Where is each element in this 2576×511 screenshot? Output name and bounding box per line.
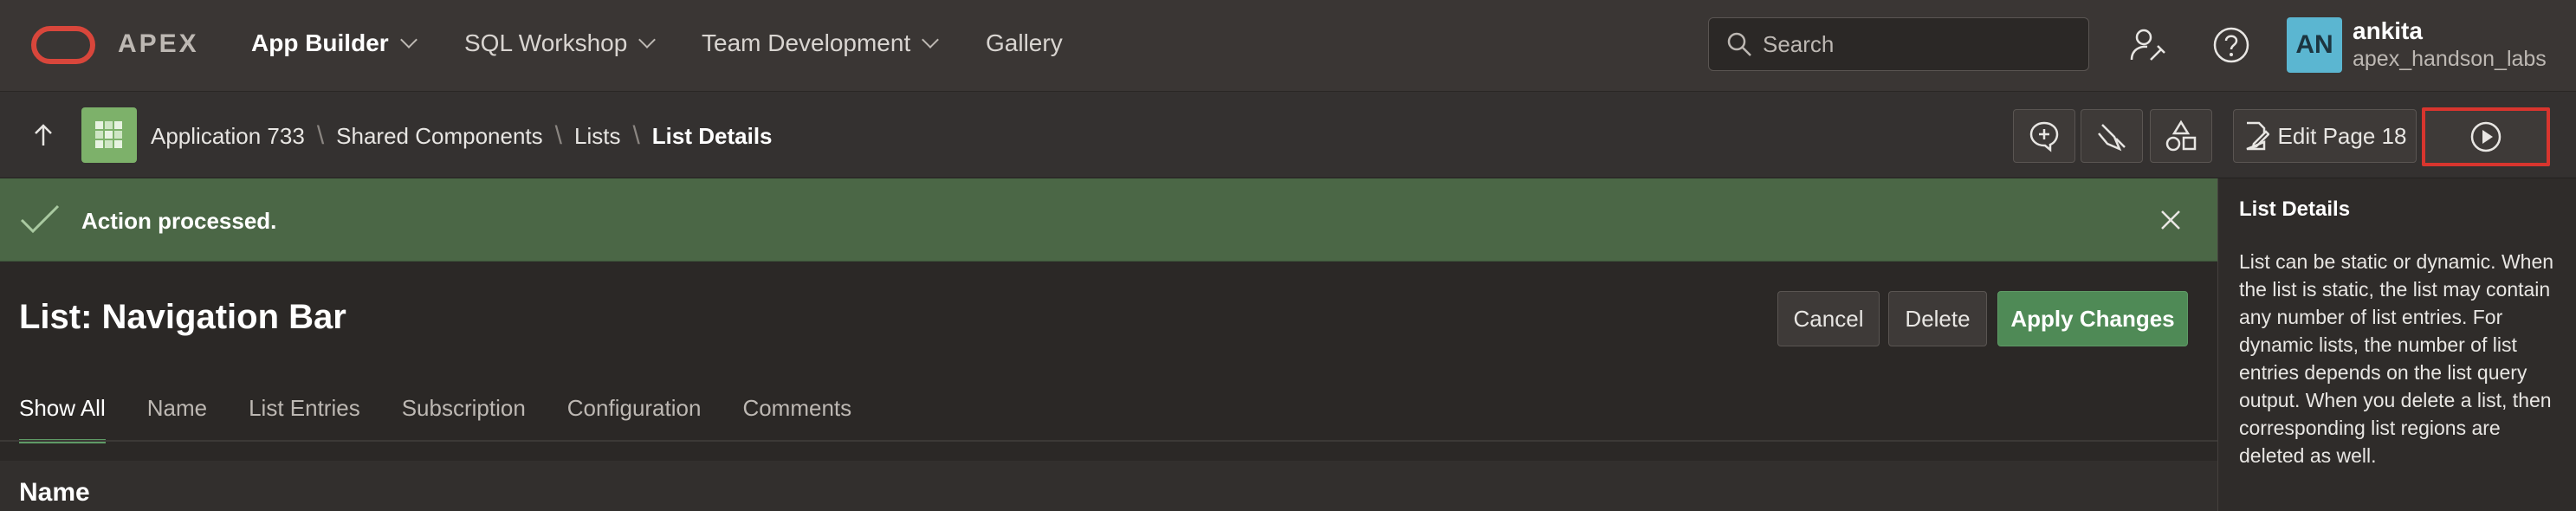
nav-label: App Builder <box>251 29 389 56</box>
user-workspace[interactable]: apex_handson_labs <box>2353 47 2547 72</box>
administration-icon[interactable] <box>2126 23 2171 68</box>
tab-name[interactable]: Name <box>147 395 207 443</box>
help-panel: List Details List can be static or dynam… <box>2217 178 2576 511</box>
search-icon <box>1727 32 1751 56</box>
nav-gallery[interactable]: Gallery <box>986 29 1063 57</box>
cancel-button[interactable]: Cancel <box>1777 291 1880 346</box>
delete-button[interactable]: Delete <box>1888 291 1987 346</box>
breadcrumb-separator: \ <box>316 121 325 150</box>
nav-app-builder[interactable]: App Builder <box>251 29 417 57</box>
help-body: List can be static or dynamic. When the … <box>2239 250 2554 467</box>
shared-components-button[interactable] <box>2150 109 2212 163</box>
close-icon[interactable] <box>2155 204 2186 236</box>
avatar[interactable]: AN <box>2287 17 2342 73</box>
nav-label: SQL Workshop <box>464 29 628 56</box>
tabs-divider <box>0 440 2217 442</box>
tab-show-all[interactable]: Show All <box>19 395 106 443</box>
application-icon[interactable] <box>81 107 137 163</box>
help-icon[interactable] <box>2209 23 2254 68</box>
tab-configuration[interactable]: Configuration <box>567 395 702 443</box>
nav-label: Team Development <box>702 29 911 56</box>
breadcrumb-bar: Application 733 \ Shared Components \ Li… <box>0 92 2576 178</box>
nav-sql-workshop[interactable]: SQL Workshop <box>464 29 657 57</box>
nav-team-development[interactable]: Team Development <box>702 29 940 57</box>
breadcrumb-current: List Details <box>651 122 773 149</box>
breadcrumb-lists[interactable]: Lists <box>574 123 620 150</box>
tab-subscription[interactable]: Subscription <box>402 395 526 443</box>
edit-page-icon <box>2246 121 2269 151</box>
region-tabs: Show All Name List Entries Subscription … <box>19 395 851 443</box>
nav-label: Gallery <box>986 29 1063 56</box>
breadcrumb-separator: \ <box>554 121 562 150</box>
oracle-logo-icon[interactable] <box>31 26 95 64</box>
apply-changes-button[interactable]: Apply Changes <box>1997 291 2188 346</box>
breadcrumb-application[interactable]: Application 733 <box>151 123 305 150</box>
check-icon <box>20 204 60 234</box>
developer-tools-icon <box>2098 124 2126 152</box>
apex-brand[interactable]: APEX <box>118 29 199 59</box>
search-box[interactable] <box>1708 17 2089 71</box>
edit-page-label: Edit Page 18 <box>2277 122 2407 149</box>
success-alert: Action processed. <box>0 178 2217 262</box>
chevron-down-icon[interactable] <box>399 31 417 49</box>
comment-button[interactable] <box>2013 109 2075 163</box>
up-arrow-icon[interactable] <box>26 118 61 152</box>
top-navigation-bar: APEX App Builder SQL Workshop Team Devel… <box>0 0 2576 92</box>
edit-page-button[interactable]: Edit Page 18 <box>2233 109 2417 163</box>
chevron-down-icon[interactable] <box>638 31 657 49</box>
tab-list-entries[interactable]: List Entries <box>249 395 360 443</box>
shared-components-icon <box>2165 120 2197 152</box>
chevron-down-icon[interactable] <box>922 31 940 49</box>
section-title-name: Name <box>19 478 90 507</box>
developer-tools-button[interactable] <box>2081 109 2143 163</box>
user-name[interactable]: ankita <box>2353 17 2423 45</box>
run-page-button[interactable] <box>2422 107 2550 166</box>
breadcrumb-separator: \ <box>632 121 640 150</box>
comment-icon <box>2029 121 2059 152</box>
play-icon <box>2470 121 2502 152</box>
page-title: List: Navigation Bar <box>19 298 346 336</box>
breadcrumb: Application 733 \ Shared Components \ Li… <box>151 121 773 151</box>
alert-message: Action processed. <box>81 208 277 234</box>
tab-comments[interactable]: Comments <box>742 395 851 443</box>
help-title: List Details <box>2239 197 2351 221</box>
breadcrumb-shared-components[interactable]: Shared Components <box>336 123 542 150</box>
search-input[interactable] <box>1763 30 2074 58</box>
name-region-header <box>0 461 2217 511</box>
